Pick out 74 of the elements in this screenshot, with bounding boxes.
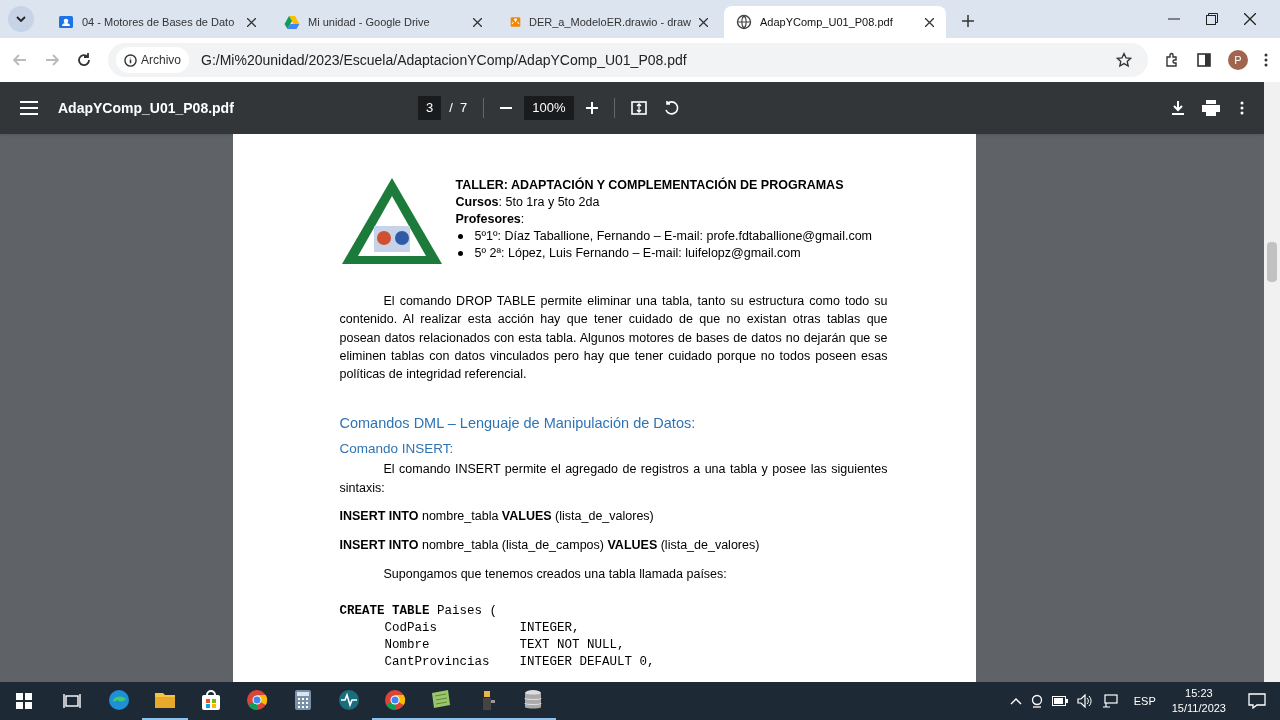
subsection-heading: Comando INSERT: (339, 440, 455, 459)
clock-time: 15:23 (1185, 686, 1213, 701)
page-number-field[interactable]: 3 (418, 96, 442, 120)
restore-icon[interactable] (1206, 13, 1218, 25)
reload-icon[interactable] (76, 52, 92, 68)
close-icon[interactable] (699, 17, 708, 27)
site-info-chip[interactable]: Archivo (116, 47, 189, 73)
drive-icon (284, 14, 300, 30)
document-heading: TALLER: ADAPTACIÓN Y COMPLEMENTACIÓN DE PROGRAMAS (455, 177, 845, 194)
profile-avatar[interactable]: P (1228, 50, 1248, 70)
tab-title: AdapYComp_U01_P08.pdf (760, 14, 894, 30)
teacher-line: 5º1º: Díaz Taballione, Fernando – E-mail: profe.fdtaballione@gmail.com (474, 228, 872, 245)
close-icon[interactable] (1244, 13, 1256, 25)
language-indicator[interactable]: ESP (1133, 692, 1156, 710)
header-line: Cursos: 5to 1ra y 5to 2da (455, 194, 601, 211)
diagram-icon (510, 14, 521, 30)
more-icon[interactable] (1264, 52, 1268, 68)
browser-tab[interactable]: 04 - Motores de Bases de Dato (46, 6, 268, 38)
clock-date: 15/11/2023 (1171, 701, 1226, 716)
network-icon[interactable] (1101, 694, 1118, 708)
edge-icon (107, 688, 131, 712)
tab-title: Mi unidad - Google Drive (308, 14, 431, 30)
side-panel-icon[interactable] (1196, 52, 1212, 68)
webcam-icon[interactable] (1030, 694, 1043, 708)
scrollbar[interactable] (1264, 82, 1280, 682)
menu-icon[interactable] (20, 101, 38, 115)
header-line: Profesores: (455, 211, 526, 228)
download-icon[interactable] (1170, 100, 1186, 116)
info-icon (124, 53, 137, 67)
document-title: AdapYComp_U01_P08.pdf (58, 98, 235, 118)
notifications-icon[interactable] (1248, 693, 1266, 709)
url-text: G:/Mi%20unidad/2023/Escuela/AdaptacionYComp/AdapYComp_U01_P08.pdf (201, 50, 688, 70)
bullet-icon (457, 234, 463, 239)
battery-icon[interactable] (1051, 696, 1068, 706)
zoom-in-icon[interactable] (585, 102, 598, 114)
pulse-icon (337, 688, 361, 712)
task-view-icon[interactable] (63, 693, 81, 709)
close-icon[interactable] (925, 17, 934, 27)
new-tab-icon[interactable] (962, 15, 974, 27)
tab-title: DER_a_ModeloER.drawio - draw (529, 14, 691, 30)
windows-start-icon[interactable] (16, 693, 32, 709)
browser-tab[interactable]: DER_a_ModeloER.drawio - draw (498, 6, 720, 38)
browser-tab[interactable]: AdapYComp_U01_P08.pdf (724, 6, 946, 38)
puzzle-icon[interactable] (1164, 52, 1180, 68)
paragraph: Supongamos que tenemos creados una tabla llamada países: (382, 565, 728, 583)
tab-search-button[interactable] (8, 6, 34, 32)
syntax-line: INSERT INTO nombre_tabla (lista_de_campos) VALUES (lista_de_valores) (339, 536, 761, 554)
speaker-icon[interactable] (1076, 694, 1093, 708)
tab-title: 04 - Motores de Bases de Dato (82, 14, 236, 30)
rotate-icon[interactable] (662, 100, 679, 116)
chevron-down-icon (16, 16, 26, 22)
paragraph: El comando DROP TABLE permite eliminar una tabla, tanto su estructura como todo su contenido. Al realizar esta acción hay que tener cuidado de que no existan otras tablas que posean datos relacionados con esta tabla. Algunos motores de bases de datos no dejarán que se eliminen tablas con datos vinculados pero hay que tener cuidado porque no todos poseen esas políticas de integridad referencial. (339, 293, 888, 384)
close-icon[interactable] (247, 17, 256, 27)
globe-icon (736, 14, 752, 30)
syntax-line: INSERT INTO nombre_tabla VALUES (lista_de_valores) (339, 508, 655, 526)
star-icon[interactable] (1116, 52, 1132, 68)
store-icon (199, 688, 223, 712)
section-heading: Comandos DML – Lenguaje de Manipulación de Datos: (339, 414, 697, 434)
chrome-icon (383, 688, 407, 712)
zoom-field[interactable]: 100% (524, 96, 574, 120)
address-bar[interactable]: Archivo G:/Mi%20unidad/2023/Escuela/AdaptacionYComp/AdapYComp_U01_P08.pdf (108, 43, 1148, 77)
chrome-icon (245, 688, 269, 712)
fit-page-icon[interactable] (630, 100, 647, 116)
classroom-icon (58, 14, 74, 30)
browser-tab[interactable]: Mi unidad - Google Drive (272, 6, 494, 38)
code-text: CREATE TABLE Paises ( CodPais INTEGER, Nombre TEXT NOT NULL, CantProvincias INTEGER DEFAULT 0, (339, 602, 656, 671)
more-icon[interactable] (1240, 100, 1244, 116)
bullet-icon (457, 251, 463, 256)
page-total: / 7 (449, 99, 468, 118)
chevron-up-icon[interactable] (1009, 697, 1022, 705)
paragraph: El comando INSERT permite el agregado de registros a una tabla y posee las siguientes sintaxis: (339, 461, 888, 497)
close-icon[interactable] (473, 17, 482, 27)
print-icon[interactable] (1202, 100, 1220, 116)
teacher-line: 5º 2ª: López, Luis Fernando – E-mail: luifelopz@gmail.com (474, 245, 801, 262)
